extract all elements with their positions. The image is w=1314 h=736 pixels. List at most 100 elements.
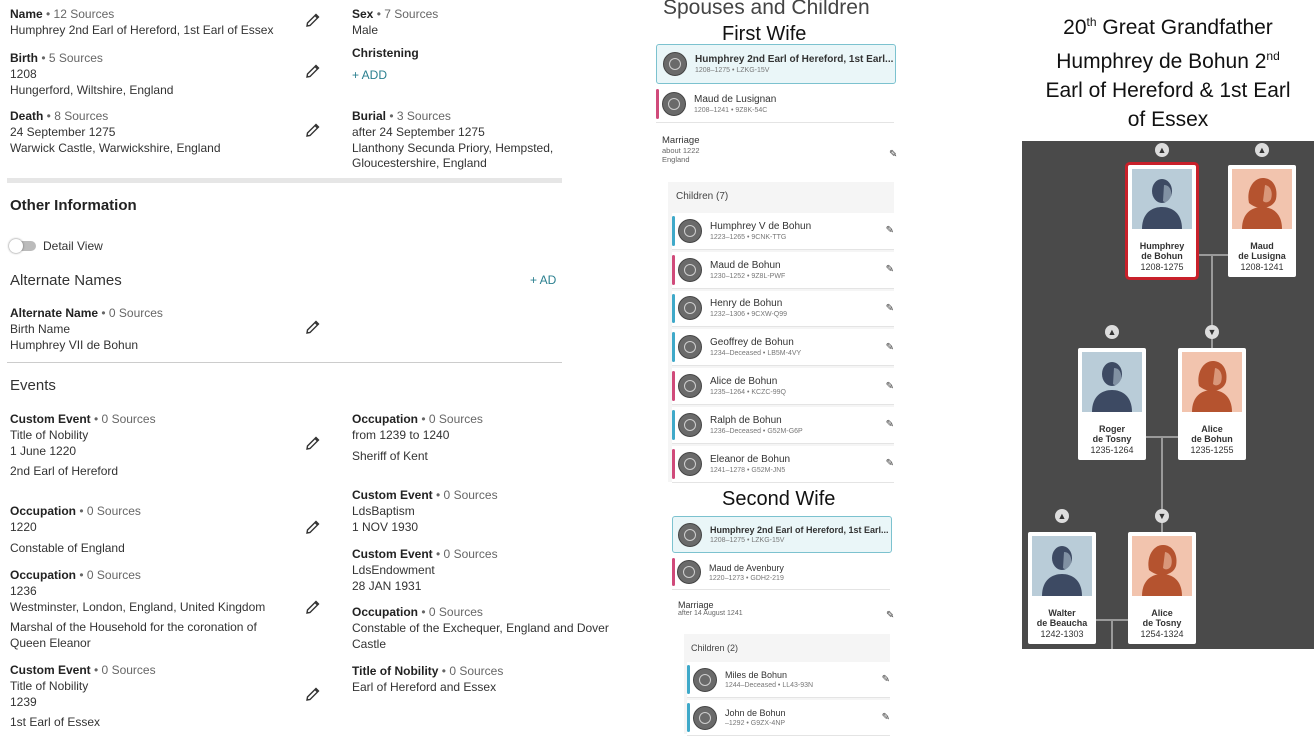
card-name: Alice de Bohun — [1191, 424, 1233, 444]
person-name[interactable]: Humphrey 2nd Earl of Hereford, 1st Earl.… — [710, 525, 889, 535]
event-sources[interactable]: • 0 Sources — [438, 664, 504, 678]
event-title-of-nobility-1239: Custom Event • 0 Sources Title of Nobili… — [10, 661, 156, 731]
ancestor-name-line: Humphrey de Bohun 2nd — [1056, 49, 1280, 73]
detail-view-toggle[interactable]: Detail View — [9, 239, 103, 253]
gender-bar — [672, 254, 675, 285]
birth-sources[interactable]: • 5 Sources — [38, 51, 103, 65]
gender-bar — [687, 703, 690, 732]
child-row[interactable]: Geoffrey de Bohun 1234–Deceased • LB5M-4V… — [672, 329, 894, 367]
edit-marriage-icon[interactable]: ✎ — [886, 610, 894, 621]
family1-wife-row[interactable]: Maud de Lusignan 1208–1241 • 9Z8K-54C — [656, 86, 894, 123]
gender-bar — [672, 293, 675, 324]
event-sources[interactable]: • 0 Sources — [91, 663, 156, 677]
event-sources[interactable]: • 0 Sources — [418, 412, 483, 426]
child-row[interactable]: Humphrey V de Bohun 1223–1265 • 9CNK-TTG ✎ — [672, 213, 894, 250]
sex-sources[interactable]: • 7 Sources — [373, 7, 439, 21]
edit-name-icon[interactable] — [305, 12, 321, 28]
event-sources[interactable]: • 0 Sources — [76, 504, 141, 518]
alternate-name-sources[interactable]: • 0 Sources — [98, 306, 163, 320]
child-row[interactable]: Alice de Bohun 1235–1264 • KCZC-99Q ✎ — [672, 368, 894, 405]
event-sources[interactable]: • 0 Sources — [91, 412, 156, 426]
card-name: Alice de Tosny — [1142, 608, 1182, 628]
edit-event-icon[interactable] — [305, 599, 321, 615]
toggle-switch[interactable] — [9, 239, 36, 253]
person-name[interactable]: Alice de Bohun — [710, 376, 786, 387]
person-lifespan-id: 1236–Deceased • G52M-G6P — [710, 427, 803, 435]
expand-up-icon[interactable]: ▲ — [1055, 509, 1069, 523]
marriage-label: Marriage — [662, 135, 700, 146]
person-card[interactable]: Humphrey de Bohun 1208-1275 — [1128, 165, 1196, 277]
death-field: Death • 8 Sources 24 September 1275 Warw… — [10, 107, 221, 156]
male-avatar-icon — [1132, 169, 1192, 229]
event-line: LdsEndowment — [352, 563, 435, 577]
chevron-down-icon[interactable]: ▼ — [1155, 509, 1169, 523]
edit-alternate-name-icon[interactable] — [305, 319, 321, 335]
event-sources[interactable]: • 0 Sources — [433, 547, 498, 561]
death-sources[interactable]: • 8 Sources — [43, 109, 109, 123]
edit-marriage-icon[interactable]: ✎ — [889, 149, 897, 160]
person-card[interactable]: Alice de Bohun 1235-1255 — [1178, 348, 1246, 460]
person-name[interactable]: Henry de Bohun — [710, 298, 787, 309]
edit-relationship-icon[interactable]: ✎ — [886, 342, 894, 353]
edit-relationship-icon[interactable]: ✎ — [886, 264, 894, 275]
person-name[interactable]: Humphrey 2nd Earl of Hereford, 1st Earl.… — [695, 54, 893, 65]
child-row[interactable]: Miles de Bohun 1244–Deceased • LL43-93N ✎ — [687, 662, 890, 698]
edit-relationship-icon[interactable]: ✎ — [882, 712, 890, 723]
edit-relationship-icon[interactable]: ✎ — [886, 225, 894, 236]
edit-relationship-icon[interactable]: ✎ — [886, 419, 894, 430]
person-card[interactable]: Alice de Tosny 1254-1324 — [1128, 532, 1196, 644]
name-sources[interactable]: • 12 Sources — [43, 7, 114, 21]
edit-event-icon[interactable] — [305, 435, 321, 451]
person-name[interactable]: Maud de Avenbury — [709, 563, 784, 573]
person-name[interactable]: Maud de Bohun — [710, 260, 785, 271]
edit-relationship-icon[interactable]: ✎ — [882, 674, 890, 685]
expand-up-icon[interactable]: ▲ — [1105, 325, 1119, 339]
burial-sources[interactable]: • 3 Sources — [386, 109, 451, 123]
child-row[interactable]: John de Bohun –1292 • G9ZX-4NP ✎ — [687, 700, 890, 736]
children-count[interactable]: Children (7) — [676, 191, 728, 202]
person-card[interactable]: Maud de Lusigna 1208-1241 — [1228, 165, 1296, 277]
person-name[interactable]: Eleanor de Bohun — [710, 454, 790, 465]
expand-up-icon[interactable]: ▲ — [1155, 143, 1169, 157]
event-label: Occupation — [352, 605, 419, 619]
add-alternate-name-button[interactable]: + AD — [530, 273, 556, 287]
edit-relationship-icon[interactable]: ✎ — [886, 458, 894, 469]
card-dates: 1242-1303 — [1040, 629, 1084, 639]
edit-death-icon[interactable] — [305, 122, 321, 138]
edit-event-icon[interactable] — [305, 686, 321, 702]
edit-relationship-icon[interactable]: ✎ — [886, 381, 894, 392]
child-row[interactable]: Maud de Bohun 1230–1252 • 9Z8L-PWF ✎ — [672, 251, 894, 289]
event-label: Title of Nobility — [352, 664, 439, 678]
add-christening-button[interactable]: + ADD — [352, 68, 419, 82]
child-row[interactable]: Henry de Bohun 1232–1306 • 9CXW-Q99 ✎ — [672, 290, 894, 328]
person-name[interactable]: Geoffrey de Bohun — [710, 337, 801, 348]
family1-husband-row[interactable]: Humphrey 2nd Earl of Hereford, 1st Earl.… — [656, 44, 896, 84]
child-row[interactable]: Ralph de Bohun 1236–Deceased • G52M-G6P ✎ — [672, 407, 894, 444]
person-lifespan-id: 1223–1265 • 9CNK-TTG — [710, 233, 787, 241]
expand-up-icon[interactable]: ▲ — [1255, 143, 1269, 157]
alternate-names-heading: Alternate Names — [10, 272, 122, 289]
edit-event-icon[interactable] — [305, 519, 321, 535]
person-name[interactable]: Humphrey V de Bohun — [710, 221, 811, 232]
event-label: Occupation — [352, 412, 419, 426]
edit-relationship-icon[interactable]: ✎ — [886, 303, 894, 314]
event-line: Constable of the Exchequer, England and … — [352, 621, 609, 635]
person-name[interactable]: Maud de Lusignan — [694, 94, 776, 105]
children-count[interactable]: Children (2) — [691, 643, 738, 653]
event-sources[interactable]: • 0 Sources — [418, 605, 483, 619]
event-sources[interactable]: • 0 Sources — [433, 488, 498, 502]
person-name[interactable]: Miles de Bohun — [725, 670, 813, 680]
person-name[interactable]: Ralph de Bohun — [710, 415, 803, 426]
person-card[interactable]: Roger de Tosny 1235-1264 — [1078, 348, 1146, 460]
person-card[interactable]: Walter de Beaucha 1242-1303 — [1028, 532, 1096, 644]
family2-husband-row[interactable]: Humphrey 2nd Earl of Hereford, 1st Earl.… — [672, 516, 892, 553]
chevron-down-icon[interactable]: ▼ — [1205, 325, 1219, 339]
child-row[interactable]: Eleanor de Bohun 1241–1278 • G52M-JN5 ✎ — [672, 445, 894, 483]
family2-wife-row[interactable]: Maud de Avenbury 1220–1273 • GDH2-219 — [672, 555, 890, 590]
event-lds-baptism: Custom Event • 0 Sources LdsBaptism 1 NO… — [352, 486, 498, 535]
edit-birth-icon[interactable] — [305, 63, 321, 79]
person-name[interactable]: John de Bohun — [725, 708, 786, 718]
christening-label: Christening — [352, 46, 419, 60]
marriage-place: England — [662, 155, 690, 164]
event-sources[interactable]: • 0 Sources — [76, 568, 141, 582]
